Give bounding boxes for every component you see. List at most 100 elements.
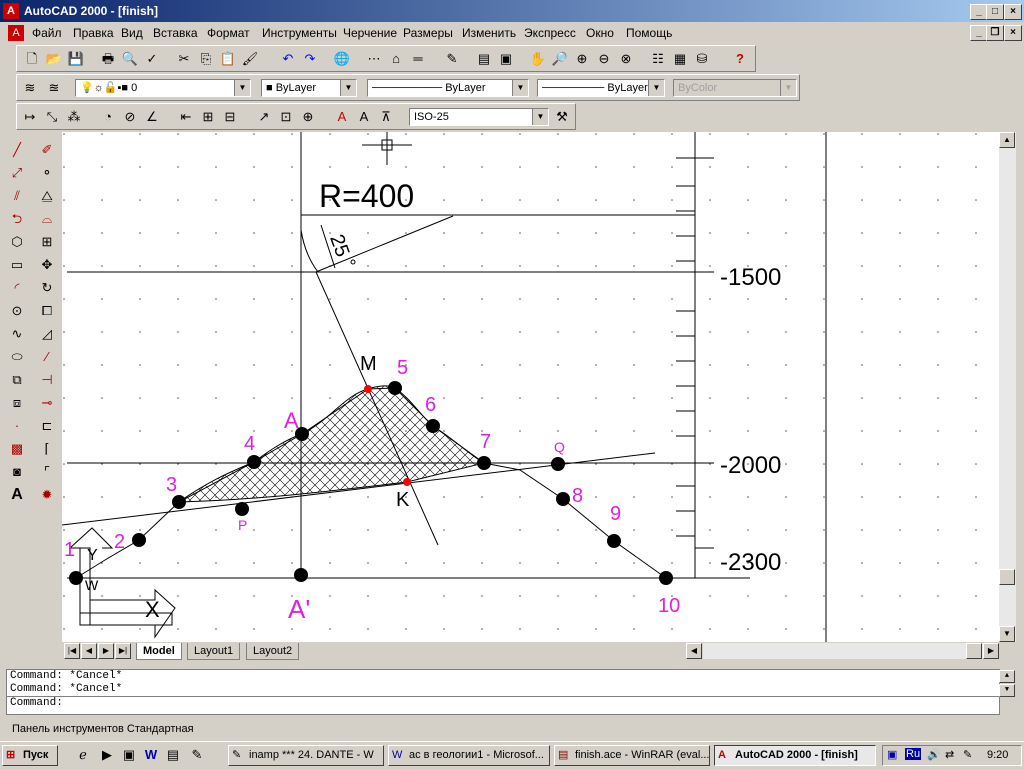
tab-layout1[interactable]: Layout1 — [187, 643, 241, 660]
menu-format[interactable]: Формат — [207, 26, 250, 40]
construction-line-icon[interactable]: ⤢ — [6, 162, 28, 184]
task-button-1[interactable]: ✎ inamp *** 24. DANTE - W — [228, 745, 384, 766]
fillet-icon[interactable]: ⌜ — [36, 461, 58, 483]
dim-text-edit-icon[interactable]: A — [353, 107, 375, 127]
tab-first-icon[interactable]: |◀ — [64, 643, 80, 659]
lengthen-icon[interactable]: ⁄ — [36, 346, 58, 368]
scroll-down-arrow[interactable]: ▼ — [999, 626, 1015, 642]
chevron-down-icon[interactable]: ▼ — [512, 80, 528, 96]
globe-icon[interactable]: 🌐 — [331, 49, 353, 69]
layer-previous-icon[interactable]: ≊ — [43, 78, 65, 98]
ellipse-icon[interactable]: ⬭ — [6, 346, 28, 368]
zoom-extents-icon[interactable]: ⊗ — [615, 49, 637, 69]
task-button-2[interactable]: W ас в геологии1 - Microsof... — [388, 745, 550, 766]
open-icon[interactable]: 📂 — [43, 49, 65, 69]
snap-icon[interactable]: ⋯ — [363, 49, 385, 69]
tray-app-icon[interactable]: ▣ — [887, 748, 897, 761]
pencil-icon[interactable]: ✎ — [441, 49, 463, 69]
doc-restore-button[interactable]: ❐ — [986, 25, 1004, 41]
menu-draw[interactable]: Черчение — [343, 26, 397, 40]
diameter-dim-icon[interactable]: ⊘ — [119, 107, 141, 127]
media-icon[interactable]: ▶ — [96, 745, 118, 765]
mirror-icon[interactable]: ⧋ — [36, 185, 58, 207]
autocad-app-icon[interactable]: A — [3, 3, 19, 19]
save-icon[interactable]: 💾 — [65, 49, 87, 69]
region-icon[interactable]: ◙ — [6, 461, 28, 483]
scroll-up-arrow[interactable]: ▲ — [999, 132, 1015, 148]
tab-next-icon[interactable]: ▶ — [98, 643, 114, 659]
pan-icon[interactable]: ✋ — [527, 49, 549, 69]
tab-model[interactable]: Model — [136, 643, 182, 660]
array-icon[interactable]: ⊞ — [36, 231, 58, 253]
extend-icon[interactable]: ⊸ — [36, 392, 58, 414]
tool-icon[interactable]: ✎ — [186, 745, 208, 765]
make-block-icon[interactable]: ⧈ — [6, 392, 28, 414]
hatch-icon[interactable]: ▩ — [6, 438, 28, 460]
vertical-scrollbar[interactable]: ▲ ▼ — [999, 132, 1016, 642]
baseline-dim-icon[interactable]: ⊞ — [197, 107, 219, 127]
multiline-icon[interactable]: ⫽ — [6, 185, 28, 207]
chevron-down-icon[interactable]: ▼ — [340, 80, 356, 96]
linear-dim-icon[interactable]: ↦ — [19, 107, 41, 127]
dimstyle-combo[interactable]: ISO-25 ▼ — [409, 108, 549, 126]
cmd-scroll-down[interactable]: ▼ — [999, 684, 1015, 697]
insert-block-icon[interactable]: ⧉ — [6, 369, 28, 391]
task-button-autocad[interactable]: A AutoCAD 2000 - [finish] — [714, 745, 876, 766]
circle-icon[interactable]: ⊙ — [6, 300, 28, 322]
desktop-icon[interactable]: ▣ — [118, 745, 140, 765]
angular-dim-icon[interactable]: ∠ — [141, 107, 163, 127]
named-views-icon[interactable]: ▣ — [495, 49, 517, 69]
spell-icon[interactable]: ✓ — [141, 49, 163, 69]
command-prompt[interactable]: Command: — [7, 696, 999, 710]
ucs-icon[interactable]: ⌂ — [385, 49, 407, 69]
hscroll-right-arrow[interactable]: ▶ — [983, 643, 999, 659]
menu-modify[interactable]: Изменить — [462, 26, 516, 40]
aerial-view-icon[interactable]: ▤ — [473, 49, 495, 69]
offset-icon[interactable]: ⌓ — [36, 208, 58, 230]
dim-style-manager-icon[interactable]: ⚒ — [551, 107, 573, 127]
menu-tools[interactable]: Инструменты — [262, 26, 337, 40]
network-icon[interactable]: ⇄ — [945, 748, 954, 761]
copy-object-icon[interactable]: ⚬ — [36, 162, 58, 184]
spline-icon[interactable]: ∿ — [6, 323, 28, 345]
hscroll-track[interactable] — [703, 643, 983, 659]
cut-icon[interactable]: ✂ — [173, 49, 195, 69]
polygon-icon[interactable]: ⬡ — [6, 231, 28, 253]
menu-edit[interactable]: Правка — [73, 26, 114, 40]
tab-last-icon[interactable]: ▶| — [115, 643, 131, 659]
winrar-icon[interactable]: ▤ — [162, 745, 184, 765]
continue-dim-icon[interactable]: ⊟ — [219, 107, 241, 127]
scroll-thumb[interactable] — [999, 569, 1015, 585]
quick-dim-icon[interactable]: ⇤ — [175, 107, 197, 127]
language-indicator[interactable]: Ru — [905, 748, 922, 760]
design-center-icon[interactable]: ▦ — [669, 49, 691, 69]
cmd-scroll-up[interactable]: ▲ — [999, 670, 1015, 683]
menu-help[interactable]: Помощь — [626, 26, 672, 40]
menu-dimension[interactable]: Размеры — [403, 26, 453, 40]
volume-icon[interactable]: 🔊 — [927, 748, 941, 761]
center-mark-icon[interactable]: ⊕ — [297, 107, 319, 127]
tab-prev-icon[interactable]: ◀ — [81, 643, 97, 659]
task-button-3[interactable]: ▤ finish.ace - WinRAR (eval... — [554, 745, 710, 766]
menu-insert[interactable]: Вставка — [153, 26, 198, 40]
stretch-icon[interactable]: ◿ — [36, 323, 58, 345]
trim-icon[interactable]: ⊣ — [36, 369, 58, 391]
maximize-button[interactable]: □ — [986, 4, 1004, 20]
drawing-canvas[interactable]: 25 R=400 -1500 -2000 -2300 M K X Y W A A… — [62, 132, 999, 642]
menu-window[interactable]: Окно — [586, 26, 614, 40]
help-icon[interactable]: ? — [729, 49, 751, 69]
menu-file[interactable]: Файл — [32, 26, 62, 40]
erase-icon[interactable]: ✐ — [36, 139, 58, 161]
lineweight-combo[interactable]: ──────── ByLayer ▼ — [537, 79, 665, 97]
rectangle-icon[interactable]: ▭ — [6, 254, 28, 276]
ordinate-dim-icon[interactable]: ⁂ — [63, 107, 85, 127]
dim-update-icon[interactable]: ⊼ — [375, 107, 397, 127]
leader-icon[interactable]: ↗ — [253, 107, 275, 127]
menu-view[interactable]: Вид — [121, 26, 143, 40]
menu-express[interactable]: Экспресс — [524, 26, 576, 40]
aligned-dim-icon[interactable]: ⤡ — [41, 107, 63, 127]
close-button[interactable]: × — [1004, 4, 1022, 20]
chevron-down-icon[interactable]: ▼ — [532, 109, 548, 125]
dim-edit-icon[interactable]: A — [331, 107, 353, 127]
break-icon[interactable]: ⊏ — [36, 415, 58, 437]
